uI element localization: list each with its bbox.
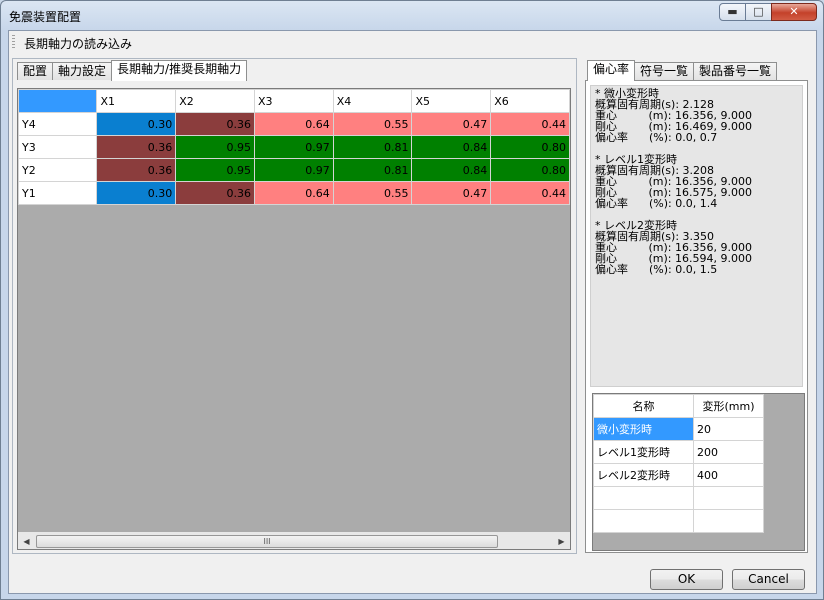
- grid-row: Y1 0.30 0.36 0.64 0.55 0.47 0.44: [17, 181, 570, 205]
- deformation-value-cell[interactable]: [693, 509, 764, 533]
- window-title: 免震装置配置: [9, 10, 82, 24]
- column-header[interactable]: X3: [253, 89, 334, 113]
- grid-cell[interactable]: 0.36: [96, 158, 177, 182]
- deformation-name-cell[interactable]: レベル2変形時: [593, 463, 694, 487]
- maximize-button[interactable]: □: [745, 3, 772, 21]
- grid-row: Y4 0.30 0.36 0.64 0.55 0.47 0.44: [17, 112, 570, 136]
- right-panel: * 微小変形時 概算固有周期(s): 2.128 重心 (m): 16.356, 9…: [585, 80, 808, 553]
- deformation-name-cell[interactable]: [593, 486, 694, 510]
- close-button[interactable]: ✕: [771, 3, 817, 21]
- eccentricity-info: * 微小変形時 概算固有周期(s): 2.128 重心 (m): 16.356, 9…: [590, 85, 803, 387]
- grid-cell[interactable]: 0.30: [96, 112, 177, 136]
- row-header[interactable]: Y4: [17, 112, 98, 136]
- deformation-name-cell[interactable]: [593, 509, 694, 533]
- deformation-row: [593, 486, 764, 510]
- grid-cell[interactable]: 0.95: [175, 158, 255, 182]
- close-icon: ✕: [789, 5, 799, 18]
- column-header[interactable]: X6: [490, 89, 570, 113]
- grid-row: Y2 0.36 0.95 0.97 0.81 0.84 0.80: [17, 158, 570, 182]
- grid-cell[interactable]: 0.55: [332, 112, 413, 136]
- axial-force-grid[interactable]: X1 X2 X3 X4 X5 X6 Y4 0.30 0.36 0.64 0.55 0.47 0.44 Y3…: [17, 88, 571, 550]
- deformation-grid[interactable]: 名称 変形(mm) 微小変形時 20 レベル1変形時 200 レベル2変形時 400: [592, 393, 805, 551]
- grid-cell[interactable]: 0.64: [253, 112, 334, 136]
- info-line: 偏心率 (%): 0.0, 1.4: [595, 197, 718, 210]
- column-header[interactable]: X2: [175, 89, 255, 113]
- deformation-column-header[interactable]: 名称: [593, 394, 694, 418]
- deformation-value-cell[interactable]: [693, 486, 764, 510]
- column-header[interactable]: X1: [96, 89, 177, 113]
- deformation-row: レベル1変形時 200: [593, 440, 764, 464]
- left-tab-strip: 配置 軸力設定 長期軸力/推奨長期軸力: [17, 60, 248, 81]
- grid-cell[interactable]: 0.55: [332, 181, 413, 205]
- toolbar: 長期軸力の読み込み: [9, 31, 816, 55]
- grid-cell[interactable]: 0.36: [175, 181, 255, 205]
- grid-cell[interactable]: 0.36: [175, 112, 255, 136]
- minimize-icon: ▬: [727, 5, 738, 18]
- left-tab-0[interactable]: 配置: [17, 62, 54, 80]
- title-bar[interactable]: 免震装置配置 ▬ □ ✕: [1, 1, 823, 31]
- right-tab-0[interactable]: 偏心率: [587, 60, 636, 81]
- scroll-right-icon[interactable]: ▶: [553, 533, 570, 550]
- dialog-window: 免震装置配置 ▬ □ ✕ 長期軸力の読み込み 配置 軸力設定 長期軸力/推奨長期軸力…: [0, 0, 824, 600]
- deformation-value-cell[interactable]: 20: [693, 417, 764, 441]
- left-tab-1[interactable]: 軸力設定: [52, 62, 113, 80]
- column-header[interactable]: X5: [411, 89, 492, 113]
- scroll-left-icon[interactable]: ◀: [18, 533, 35, 550]
- grid-cell[interactable]: 0.84: [411, 158, 492, 182]
- grid-cell[interactable]: 0.47: [411, 181, 492, 205]
- grid-cell[interactable]: 0.81: [332, 135, 413, 159]
- window-controls: ▬ □ ✕: [719, 3, 817, 21]
- grid-cell[interactable]: 0.97: [253, 135, 334, 159]
- right-tab-2[interactable]: 製品番号一覧: [693, 62, 778, 80]
- grid-row: Y3 0.36 0.95 0.97 0.81 0.84 0.80: [17, 135, 570, 159]
- minimize-button[interactable]: ▬: [719, 3, 746, 21]
- row-header[interactable]: Y2: [17, 158, 98, 182]
- toolbar-grip-icon[interactable]: [12, 35, 15, 50]
- grid-cell[interactable]: 0.30: [96, 181, 177, 205]
- deformation-row: [593, 509, 764, 533]
- grid-cell[interactable]: 0.97: [253, 158, 334, 182]
- grid-table: X1 X2 X3 X4 X5 X6 Y4 0.30 0.36 0.64 0.55 0.47 0.44 Y3…: [17, 89, 570, 205]
- deformation-name-cell[interactable]: 微小変形時: [593, 417, 694, 441]
- info-line: 偏心率 (%): 0.0, 1.5: [595, 263, 718, 276]
- grid-cell[interactable]: 0.81: [332, 158, 413, 182]
- grid-cell[interactable]: 0.84: [411, 135, 492, 159]
- deformation-value-cell[interactable]: 400: [693, 463, 764, 487]
- row-header[interactable]: Y3: [17, 135, 98, 159]
- grid-cell[interactable]: 0.44: [490, 112, 570, 136]
- column-header[interactable]: X4: [332, 89, 413, 113]
- scroll-thumb[interactable]: III: [36, 535, 498, 548]
- right-tab-1[interactable]: 符号一覧: [634, 62, 695, 80]
- dialog-client: 長期軸力の読み込み 配置 軸力設定 長期軸力/推奨長期軸力 X1 X2 X3 X4 X5 X6…: [8, 30, 817, 594]
- grid-cell[interactable]: 0.44: [490, 181, 570, 205]
- ok-button[interactable]: OK: [650, 569, 723, 590]
- deformation-row: 微小変形時 20: [593, 417, 764, 441]
- load-long-term-axial-button[interactable]: 長期軸力の読み込み: [21, 35, 135, 52]
- left-tab-2[interactable]: 長期軸力/推奨長期軸力: [111, 60, 248, 81]
- grid-cell[interactable]: 0.95: [175, 135, 255, 159]
- row-header[interactable]: Y1: [17, 181, 98, 205]
- deformation-table: 名称 変形(mm) 微小変形時 20 レベル1変形時 200 レベル2変形時 400: [593, 394, 764, 533]
- grid-cell[interactable]: 0.47: [411, 112, 492, 136]
- deformation-value-cell[interactable]: 200: [693, 440, 764, 464]
- deformation-row: レベル2変形時 400: [593, 463, 764, 487]
- deformation-name-cell[interactable]: レベル1変形時: [593, 440, 694, 464]
- cancel-button[interactable]: Cancel: [732, 569, 805, 590]
- info-line: 偏心率 (%): 0.0, 0.7: [595, 131, 718, 144]
- grid-cell[interactable]: 0.80: [490, 158, 570, 182]
- maximize-icon: □: [753, 5, 764, 18]
- grid-cell[interactable]: 0.64: [253, 181, 334, 205]
- right-tab-strip: 偏心率 符号一覧 製品番号一覧: [587, 60, 778, 81]
- grid-corner-cell[interactable]: [17, 89, 98, 113]
- grid-cell[interactable]: 0.80: [490, 135, 570, 159]
- horizontal-scrollbar[interactable]: ◀ III ▶: [18, 532, 570, 549]
- deformation-column-header[interactable]: 変形(mm): [693, 394, 764, 418]
- grid-cell[interactable]: 0.36: [96, 135, 177, 159]
